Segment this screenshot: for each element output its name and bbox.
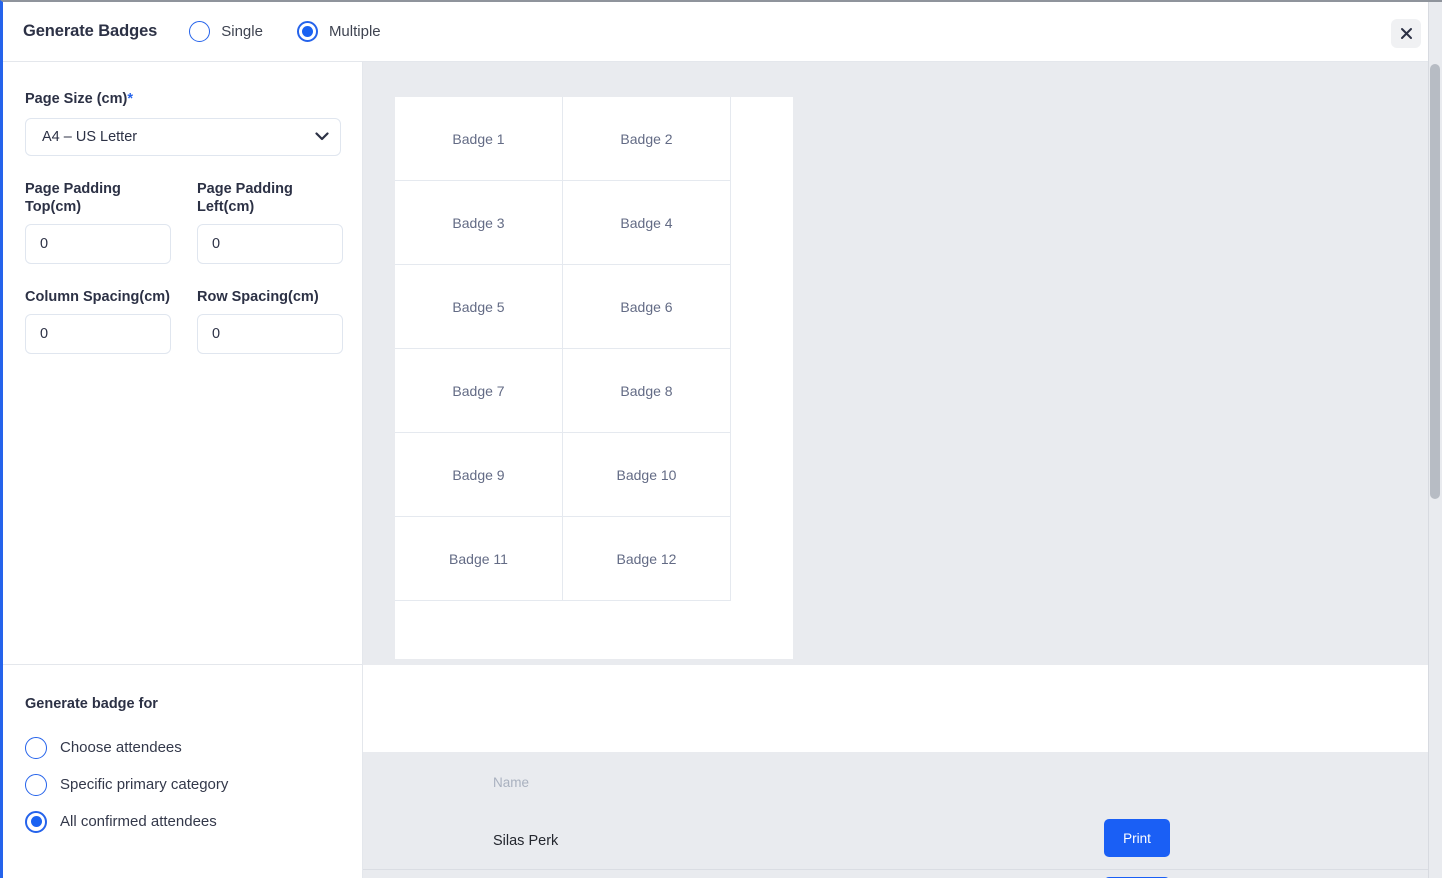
print-button[interactable]: Print [1104, 819, 1170, 857]
badge-cell-label: Badge 9 [452, 466, 505, 483]
badge-cell: Badge 9 [395, 433, 563, 517]
generate-badge-for-section: Generate badge for Choose attendees Spec… [3, 666, 362, 878]
badge-cell: Badge 5 [395, 265, 563, 349]
column-spacing-label: Column Spacing(cm) [25, 289, 171, 305]
vertical-scrollbar-track[interactable] [1428, 2, 1442, 878]
close-icon [1400, 28, 1412, 39]
radio-specific-primary-category-icon[interactable] [25, 773, 47, 796]
badge-preview-area: Badge 1 Badge 2 Badge 3 Badge 4 Badge 5 Badge… [363, 62, 1442, 665]
column-header-name: Name [493, 774, 530, 790]
row-spacing-input[interactable] [197, 314, 343, 354]
page-padding-left-label-line1: Page Padding [197, 181, 293, 197]
radio-choose-attendees-icon[interactable] [25, 736, 47, 759]
page-padding-top-label: Page Padding Top(cm) [25, 180, 171, 216]
option-label-choose-attendees: Choose attendees [60, 739, 182, 756]
option-label-all-confirmed-attendees: All confirmed attendees [60, 813, 217, 830]
radio-single-icon[interactable] [189, 21, 211, 42]
badge-cell: Badge 12 [563, 517, 731, 601]
option-label-specific-primary-category: Specific primary category [60, 776, 229, 793]
close-button[interactable] [1391, 19, 1421, 48]
page-size-label-text: Page Size (cm) [25, 91, 128, 107]
badge-cell: Badge 8 [563, 349, 731, 433]
modal-header: Generate Badges Single Multiple [3, 2, 1442, 62]
padding-fields-row: Page Padding Top(cm) Page Padding Left(c… [25, 180, 343, 264]
badge-cell: Badge 10 [563, 433, 731, 517]
option-choose-attendees[interactable]: Choose attendees [25, 729, 340, 766]
radio-all-confirmed-attendees-icon[interactable] [25, 810, 47, 833]
page-size-label: Page Size (cm)* [25, 90, 340, 108]
generate-badge-for-title: Generate badge for [25, 696, 158, 712]
field-page-padding-left: Page Padding Left(cm) [197, 180, 343, 264]
mode-label-multiple: Multiple [328, 23, 381, 40]
spacing-fields-row: Column Spacing(cm) Row Spacing(cm) [25, 288, 343, 354]
badge-cell-label: Badge 3 [452, 214, 505, 231]
table-row: Silas Perk Print [363, 812, 1442, 870]
mode-radio-multiple[interactable]: Multiple [296, 21, 381, 42]
column-spacing-input[interactable] [25, 314, 171, 354]
option-specific-primary-category[interactable]: Specific primary category [25, 766, 340, 803]
badge-grid: Badge 1 Badge 2 Badge 3 Badge 4 Badge 5 Badge… [395, 97, 793, 601]
row-spacing-label: Row Spacing(cm) [197, 289, 319, 305]
page-padding-top-label-line2: Top(cm) [25, 199, 82, 215]
table-row: Print [363, 870, 1442, 878]
badge-cell-label: Badge 10 [616, 466, 677, 483]
badge-cell-label: Badge 2 [620, 130, 673, 147]
page-padding-top-input[interactable] [25, 224, 171, 264]
attendee-table-body: Silas Perk Print Print [363, 812, 1442, 878]
badge-cell: Badge 4 [563, 181, 731, 265]
badge-cell-label: Badge 12 [616, 550, 677, 567]
required-marker: * [127, 91, 133, 107]
page-settings-form: Page Size (cm)* A4 – US Letter Page Padd… [3, 62, 362, 665]
attendee-table: Name Silas Perk Print Print [363, 752, 1442, 878]
page-padding-left-label: Page Padding Left(cm) [197, 180, 343, 216]
vertical-scrollbar-thumb[interactable] [1430, 64, 1440, 499]
modal-body: Page Size (cm)* A4 – US Letter Page Padd… [3, 62, 1442, 878]
badge-page-sheet: Badge 1 Badge 2 Badge 3 Badge 4 Badge 5 Badge… [395, 97, 793, 659]
page-size-select[interactable]: A4 – US Letter [25, 118, 341, 156]
badge-cell: Badge 11 [395, 517, 563, 601]
badge-cell: Badge 3 [395, 181, 563, 265]
mode-radio-single[interactable]: Single [189, 21, 263, 42]
badge-cell-label: Badge 4 [620, 214, 673, 231]
generate-badges-modal: Generate Badges Single Multiple Page Siz… [0, 0, 1442, 878]
badge-cell-label: Badge 5 [452, 298, 505, 315]
page-padding-left-input[interactable] [197, 224, 343, 264]
page-title: Generate Badges [23, 22, 158, 40]
mode-label-single: Single [221, 23, 263, 40]
settings-sidebar: Page Size (cm)* A4 – US Letter Page Padd… [3, 62, 363, 878]
radio-multiple-icon[interactable] [296, 21, 318, 42]
field-row-spacing: Row Spacing(cm) [197, 288, 343, 354]
page-padding-top-label-line1: Page Padding [25, 181, 121, 197]
badge-cell: Badge 7 [395, 349, 563, 433]
field-column-spacing: Column Spacing(cm) [25, 288, 171, 354]
attendee-name: Silas Perk [493, 832, 559, 849]
option-all-confirmed-attendees[interactable]: All confirmed attendees [25, 803, 340, 840]
badge-cell-label: Badge 11 [449, 550, 508, 567]
page-padding-left-label-line2: Left(cm) [197, 199, 255, 215]
badge-cell-label: Badge 8 [620, 382, 673, 399]
badge-cell-label: Badge 7 [452, 382, 505, 399]
badge-cell-label: Badge 1 [452, 130, 505, 147]
preview-footer-spacer [363, 665, 1442, 752]
badge-cell-label: Badge 6 [620, 298, 673, 315]
badge-cell: Badge 1 [395, 97, 563, 181]
badge-cell: Badge 6 [563, 265, 731, 349]
field-page-padding-top: Page Padding Top(cm) [25, 180, 171, 264]
page-size-select-wrap: A4 – US Letter [25, 118, 341, 156]
attendee-table-header: Name [363, 752, 1442, 812]
badge-cell: Badge 2 [563, 97, 731, 181]
preview-panel: Badge 1 Badge 2 Badge 3 Badge 4 Badge 5 Badge… [363, 62, 1442, 878]
